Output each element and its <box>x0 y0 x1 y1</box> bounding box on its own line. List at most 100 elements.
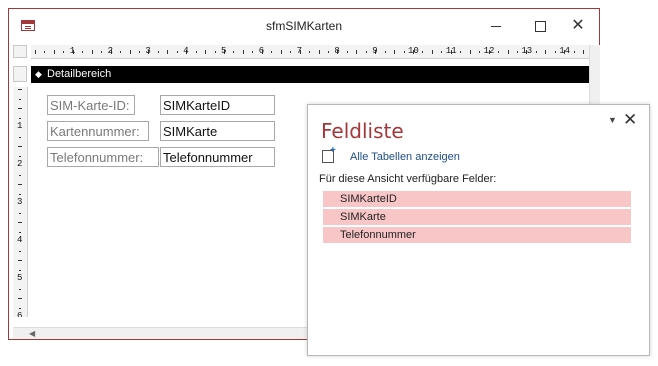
ruler-number: 5 <box>17 273 23 283</box>
textbox-simkarte[interactable]: SIMKarte <box>160 121 275 141</box>
ruler-tick <box>19 269 21 271</box>
ruler-tick <box>535 51 537 53</box>
title-bar[interactable]: sfmSIMKarten ✕ <box>9 9 599 43</box>
ruler-tick <box>18 89 22 90</box>
ruler-number: 1 <box>69 46 76 56</box>
add-table-icon <box>322 145 336 163</box>
ruler-tick <box>19 174 21 176</box>
ruler-tick <box>82 51 84 53</box>
ruler-tick <box>498 51 500 53</box>
ruler-tick <box>214 51 216 53</box>
ruler-tick <box>431 50 433 54</box>
ruler-tick <box>19 212 21 214</box>
ruler-tick <box>195 51 197 53</box>
ruler-number: 5 <box>221 46 227 56</box>
ruler-tick <box>120 51 122 53</box>
ruler-corner[interactable] <box>13 45 27 58</box>
ruler-number: 9 <box>372 46 378 56</box>
ruler-tick <box>167 50 169 54</box>
ruler-tick <box>271 51 273 53</box>
ruler-tick <box>233 51 235 53</box>
minimize-button[interactable] <box>487 17 505 35</box>
ruler-tick <box>252 51 254 53</box>
close-button[interactable]: ✕ <box>569 17 587 35</box>
ruler-tick <box>280 50 282 54</box>
field-item-simkarte[interactable]: SIMKarte <box>323 209 631 225</box>
ruler-tick <box>516 51 518 53</box>
ruler-tick <box>18 184 22 185</box>
scroll-left-icon[interactable]: ◀ <box>29 328 35 339</box>
ruler-tick <box>63 51 65 53</box>
ruler-tick <box>18 146 22 147</box>
section-label: Detailbereich <box>47 68 112 80</box>
ruler-tick <box>129 50 131 54</box>
ruler-tick <box>19 155 21 157</box>
ruler-tick <box>18 222 22 223</box>
ruler-tick <box>507 50 509 54</box>
textbox-telefonnummer[interactable]: Telefonnummer <box>160 147 275 167</box>
ruler-tick <box>479 51 481 53</box>
show-all-tables-label[interactable]: Alle Tabellen anzeigen <box>350 151 460 163</box>
ruler-number: 4 <box>183 46 189 56</box>
ruler-tick <box>101 51 103 53</box>
ruler-tick <box>318 50 320 54</box>
ruler-number: 2 <box>17 159 23 169</box>
ruler-number: 6 <box>258 46 265 56</box>
ruler-number: 2 <box>107 46 113 56</box>
ruler-number: 1 <box>17 121 23 131</box>
pane-menu-icon[interactable]: ▼ <box>608 115 617 125</box>
label-kartennummer[interactable]: Kartennummer: <box>47 121 149 141</box>
ruler-tick <box>384 51 386 53</box>
ruler-number: 3 <box>145 46 151 56</box>
maximize-button[interactable] <box>531 17 549 35</box>
ruler-number: 14 <box>559 46 570 56</box>
ruler-tick <box>44 51 46 53</box>
ruler-tick <box>365 51 367 53</box>
ruler-number: 10 <box>408 46 419 56</box>
ruler-number: 12 <box>483 46 495 56</box>
ruler-tick <box>138 51 140 53</box>
field-item-simkarteid[interactable]: SIMKarteID <box>323 191 631 207</box>
available-fields-label: Für diese Ansicht verfügbare Felder: <box>319 173 497 185</box>
ruler-tick <box>176 51 178 53</box>
ruler-tick <box>403 51 405 53</box>
ruler-tick <box>157 51 159 53</box>
horizontal-ruler[interactable]: 1 2 3 4 5 6 7 8 9 10 11 12 13 14 <box>31 45 597 59</box>
window-title: sfmSIMKarten <box>265 19 343 33</box>
ruler-tick <box>583 50 585 54</box>
ruler-tick <box>422 51 424 53</box>
ruler-tick <box>18 298 22 299</box>
field-item-telefonnummer[interactable]: Telefonnummer <box>323 227 631 243</box>
section-bar-detail[interactable]: ◆ Detailbereich <box>31 66 597 83</box>
ruler-tick <box>290 51 292 53</box>
ruler-tick <box>19 288 21 290</box>
section-selector[interactable] <box>13 66 27 82</box>
pane-close-icon[interactable]: ✕ <box>623 110 637 130</box>
ruler-tick <box>441 51 443 53</box>
section-arrow-icon: ◆ <box>35 69 42 79</box>
ruler-number: 11 <box>445 46 457 56</box>
ruler-tick <box>18 260 22 261</box>
ruler-tick <box>469 50 471 54</box>
ruler-tick <box>460 51 462 53</box>
ruler-number: 6 <box>17 311 23 317</box>
ruler-tick <box>346 51 348 53</box>
field-list: SIMKarteID SIMKarte Telefonnummer <box>323 191 631 245</box>
ruler-tick <box>545 50 547 54</box>
ruler-tick <box>19 231 21 233</box>
ruler-tick <box>19 136 21 138</box>
ruler-tick <box>53 50 55 54</box>
label-sim-karte-id[interactable]: SIM-Karte-ID: <box>47 95 135 115</box>
ruler-tick <box>554 51 556 53</box>
ruler-tick <box>573 51 575 53</box>
textbox-simkarteid[interactable]: SIMKarteID <box>160 95 275 115</box>
ruler-tick <box>35 50 36 54</box>
label-telefonnummer[interactable]: Telefonnummer: <box>47 147 159 167</box>
ruler-tick <box>205 50 207 54</box>
ruler-tick <box>327 51 329 53</box>
ruler-tick <box>19 307 21 309</box>
ruler-number: 8 <box>334 46 340 56</box>
ruler-tick <box>19 250 21 252</box>
ruler-tick <box>309 51 311 53</box>
vertical-ruler[interactable]: 1 2 3 4 5 6 <box>13 87 28 317</box>
